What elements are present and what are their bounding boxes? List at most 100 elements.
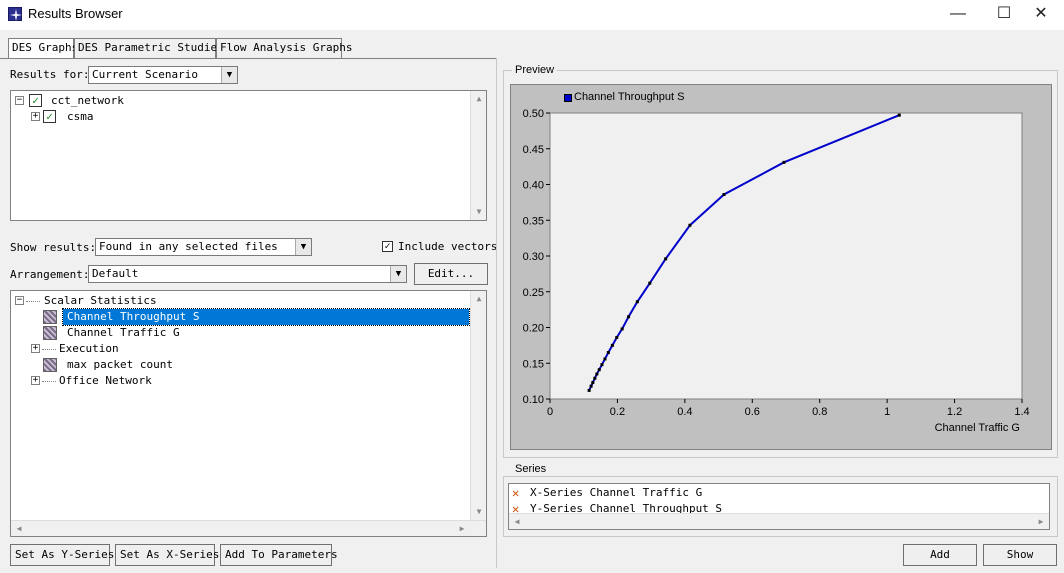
series-list[interactable]: ✕ X-Series Channel Traffic G ✕ Y-Series …: [508, 483, 1050, 530]
tree-label: Office Network: [59, 374, 152, 387]
include-vectors-label: Include vectors: [398, 240, 498, 253]
y-tick-label: 0.45: [523, 144, 544, 156]
tab-separator: [0, 58, 496, 59]
scroll-left-icon[interactable]: ◀: [11, 521, 27, 536]
tree-label: Execution: [59, 342, 119, 355]
minimize-icon[interactable]: —: [935, 0, 981, 30]
tree-label: csma: [67, 110, 94, 123]
data-point: [648, 281, 652, 285]
checkbox-cct-network[interactable]: ✓: [29, 94, 42, 107]
data-point: [603, 357, 607, 361]
data-point: [597, 368, 601, 372]
close-icon[interactable]: ✕: [1018, 0, 1064, 30]
tab-des-graphs[interactable]: DES Graphs: [8, 38, 78, 58]
legend-swatch: [564, 94, 572, 102]
scroll-up-icon[interactable]: ▲: [471, 291, 486, 307]
statistics-tree[interactable]: − Scalar Statistics Channel Throughput S…: [10, 290, 487, 537]
preview-chart: 0.10 0.15 0.20 0.25 0.30 0.35 0.40 0.45 0.50 0 0.2…: [510, 84, 1052, 450]
legend-label: Channel Throughput S: [574, 91, 685, 103]
statistic-icon: [43, 310, 57, 324]
tree-label: max packet count: [67, 358, 173, 371]
x-tick-label: 0: [547, 406, 553, 418]
series-x-icon: ✕: [512, 486, 520, 500]
chart-svg: 0.10 0.15 0.20 0.25 0.30 0.35 0.40 0.45 0.50 0 0.2…: [523, 108, 1030, 434]
show-button[interactable]: Show: [983, 544, 1057, 566]
data-point: [635, 300, 639, 304]
add-button[interactable]: Add: [903, 544, 977, 566]
show-results-label: Show results:: [10, 241, 97, 254]
vertical-scrollbar[interactable]: ▲ ▼: [470, 91, 486, 220]
y-tick-label: 0.30: [523, 251, 544, 263]
data-point: [595, 372, 599, 376]
horizontal-scrollbar[interactable]: ◀ ▶: [11, 520, 486, 536]
data-point: [627, 315, 631, 319]
title-bar: Results Browser — ☐ ✕: [0, 0, 1064, 30]
scenario-tree[interactable]: − ✓ cct_network + ✓ csma ▲ ▼: [10, 90, 487, 221]
tree-connector: [26, 301, 40, 302]
set-as-y-series-button[interactable]: Set As Y-Series: [10, 544, 114, 566]
x-tick-label: 0.8: [812, 406, 827, 418]
arrangement-select[interactable]: Default ▼: [88, 265, 407, 283]
tree-label: cct_network: [51, 94, 124, 107]
collapse-icon[interactable]: −: [15, 296, 24, 305]
data-point: [615, 336, 619, 340]
tree-label: Channel Traffic G: [67, 326, 180, 339]
data-point: [897, 113, 901, 117]
tab-des-parametric-studies[interactable]: DES Parametric Studies: [74, 38, 224, 58]
horizontal-scrollbar[interactable]: ◀ ▶: [509, 513, 1049, 529]
data-point: [606, 351, 610, 355]
y-tick-label: 0.40: [523, 180, 544, 192]
y-tick-label: 0.25: [523, 287, 544, 299]
add-to-parameters-button[interactable]: Add To Parameters: [220, 544, 338, 566]
statistic-icon: [43, 326, 57, 340]
arrangement-value: Default: [92, 267, 139, 280]
x-tick-label: 0.4: [677, 406, 692, 418]
data-point: [620, 327, 624, 331]
y-tick-label: 0.50: [523, 108, 544, 120]
x-tick-label: 1.4: [1014, 406, 1029, 418]
set-as-x-series-button[interactable]: Set As X-Series: [115, 544, 219, 566]
scroll-right-icon[interactable]: ▶: [454, 521, 470, 536]
plot-area: [549, 112, 1023, 400]
scroll-right-icon[interactable]: ▶: [1033, 514, 1049, 529]
expand-icon[interactable]: +: [31, 344, 40, 353]
expand-icon[interactable]: +: [31, 112, 40, 121]
x-tick-label: 1.2: [947, 406, 962, 418]
scroll-down-icon[interactable]: ▼: [471, 204, 486, 220]
checkbox-csma[interactable]: ✓: [43, 110, 56, 123]
expand-icon[interactable]: +: [31, 376, 40, 385]
arrangement-label: Arrangement:: [10, 268, 90, 281]
x-tick-label: 0.2: [610, 406, 625, 418]
results-for-value: Current Scenario: [92, 68, 198, 81]
splitter[interactable]: [496, 58, 497, 568]
edit-button[interactable]: Edit...: [414, 263, 488, 285]
data-point: [591, 381, 595, 385]
include-vectors-checkbox[interactable]: ✓: [382, 241, 393, 252]
chevron-down-icon: ▼: [295, 239, 311, 255]
results-for-label: Results for:: [10, 68, 90, 81]
tree-label: Channel Throughput S: [62, 308, 470, 326]
data-point: [722, 193, 726, 197]
series-title: Series: [512, 463, 550, 475]
results-for-select[interactable]: Current Scenario ▼: [88, 66, 238, 84]
data-point: [782, 160, 786, 164]
data-point: [587, 388, 591, 392]
scroll-left-icon[interactable]: ◀: [509, 514, 525, 529]
statistic-icon: [43, 358, 57, 372]
scroll-up-icon[interactable]: ▲: [471, 91, 486, 107]
data-point: [589, 384, 593, 388]
tab-flow-analysis-graphs[interactable]: Flow Analysis Graphs: [216, 38, 352, 58]
series-label: X-Series Channel Traffic G: [530, 486, 703, 499]
preview-title: Preview: [512, 64, 558, 76]
tree-label: Scalar Statistics: [44, 294, 157, 307]
x-axis-label: Channel Traffic G: [935, 422, 1020, 434]
tree-node-channel-throughput[interactable]: Channel Throughput S: [43, 308, 470, 326]
collapse-icon[interactable]: −: [15, 96, 24, 105]
y-tick-label: 0.10: [523, 394, 544, 406]
tree-connector: [42, 349, 56, 350]
scroll-down-icon[interactable]: ▼: [471, 504, 486, 520]
show-results-select[interactable]: Found in any selected files ▼: [95, 238, 312, 256]
y-tick-label: 0.15: [523, 358, 544, 370]
y-tick-label: 0.35: [523, 215, 544, 227]
vertical-scrollbar[interactable]: ▲ ▼: [470, 291, 486, 520]
